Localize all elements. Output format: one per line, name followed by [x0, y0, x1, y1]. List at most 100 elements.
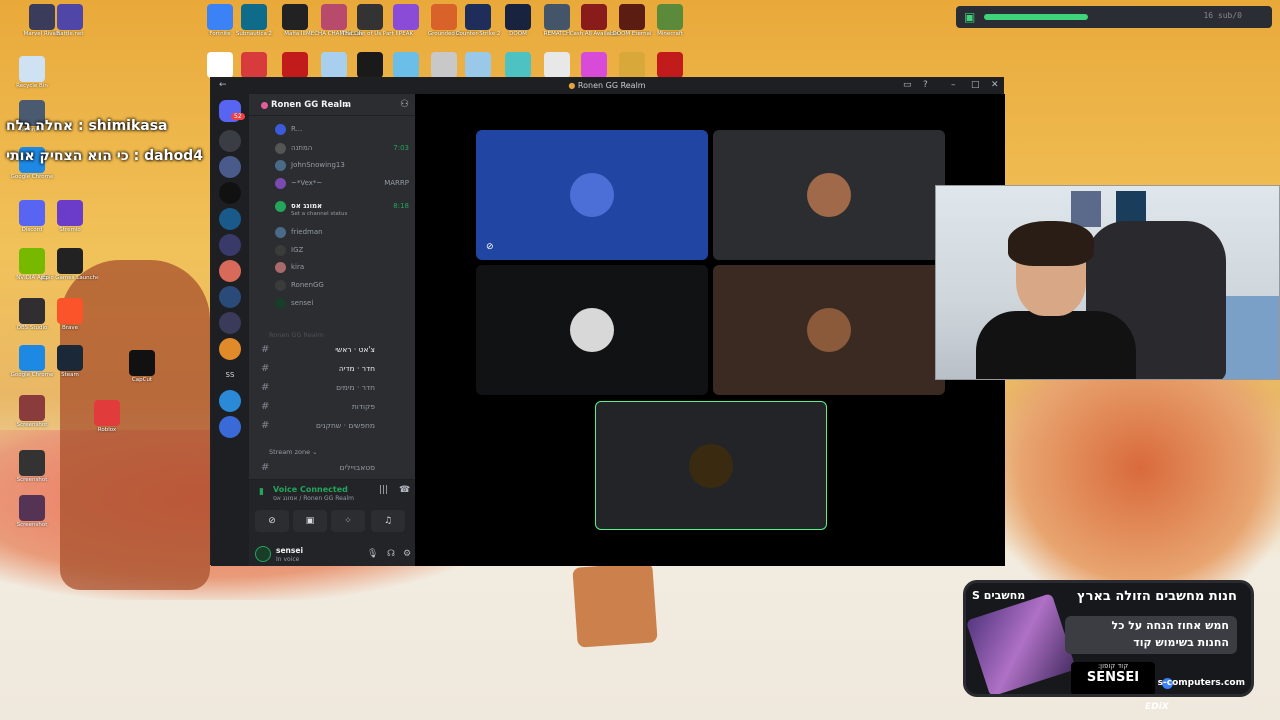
voice-user[interactable]: ~*Vex*~ MARRP [275, 176, 411, 192]
avatar [275, 262, 286, 273]
headphones-icon[interactable]: ☊ [387, 549, 395, 559]
participant-avatar [570, 173, 614, 217]
avatar [275, 245, 286, 256]
server-icon-active[interactable] [219, 338, 241, 360]
invite-people-icon[interactable]: ⚇ [400, 99, 409, 110]
discord-window[interactable]: ← ● Ronen GG Realm ▭ ? – □ ✕ 52 SS Ronen… [210, 77, 1005, 566]
app-icon [57, 4, 83, 30]
participant-tile[interactable] [713, 130, 945, 260]
desktop-icon[interactable]: Battle.net [42, 4, 98, 38]
voice-user[interactable]: R... [275, 122, 411, 138]
desktop-icon[interactable]: Stremio [42, 200, 98, 234]
voice-connected-label[interactable]: Voice Connected [273, 485, 348, 494]
voice-user[interactable]: RonenGG [275, 278, 411, 294]
voice-user-name: kira [291, 263, 305, 271]
desktop-icon[interactable]: Screenshot [4, 450, 60, 484]
settings-gear-icon[interactable]: ⚙ [403, 549, 411, 559]
server-icon[interactable]: SS [219, 364, 241, 386]
share-screen-button[interactable]: ▣ [293, 510, 327, 532]
desktop-icon[interactable]: Epic Games Launcher [42, 248, 98, 282]
desktop-icon[interactable]: Screenshot [4, 495, 60, 529]
sub-goal-text: 16 sub/0 [1203, 11, 1242, 20]
desktop-icon[interactable] [642, 52, 698, 78]
desktop-icon[interactable]: Roblox [79, 400, 135, 434]
voice-user[interactable]: sensei [275, 296, 411, 312]
activities-button[interactable]: ⁘ [331, 510, 365, 532]
server-header[interactable]: Ronen GG Realm ⌄ ⚇ [249, 94, 415, 116]
channel-item-stream[interactable]: # סטאבויילים [255, 460, 411, 476]
app-icon [19, 395, 45, 421]
microphone-icon[interactable]: 🎙 [367, 549, 378, 559]
soundboard-button[interactable]: ♫ [371, 510, 405, 532]
server-icon[interactable] [219, 312, 241, 334]
server-icon[interactable] [219, 208, 241, 230]
desktop-icon[interactable]: Recycle Bin [4, 56, 60, 90]
app-icon [241, 4, 267, 30]
voice-user[interactable]: JohnSnowing13 [275, 158, 411, 174]
help-icon[interactable]: ? [923, 80, 928, 90]
desktop-icon-label: Screenshot [16, 477, 48, 483]
category-stream-zone[interactable]: Stream zone ⌄ [269, 448, 318, 456]
desktop-icon-label: CapCut [131, 377, 153, 383]
voice-user[interactable]: kira [275, 260, 411, 276]
participant-avatar [807, 308, 851, 352]
text-channel-icon: # [261, 401, 270, 412]
voice-channel-waiting[interactable]: המתנה 7:03 [275, 141, 411, 157]
channel-item[interactable]: # חדר · מימים [255, 380, 411, 396]
app-icon [129, 350, 155, 376]
voice-user[interactable]: Set a channel status [275, 211, 411, 221]
participant-avatar [689, 443, 733, 488]
unread-badge: 52 [231, 113, 245, 120]
inbox-icon[interactable]: ▭ [903, 80, 912, 90]
channel-name: צ'אט · ראשי [335, 345, 375, 354]
desktop-icon[interactable]: Minecraft [642, 4, 698, 38]
desktop-icon-label: Brave [61, 325, 79, 331]
close-icon[interactable]: ✕ [991, 80, 999, 90]
server-icon[interactable] [219, 260, 241, 282]
user-tag: MARRP [384, 179, 409, 187]
channel-item[interactable]: # חדר · מדיה [255, 361, 411, 377]
maximize-icon[interactable]: □ [971, 80, 980, 90]
channel-status-hint: Set a channel status [291, 211, 348, 217]
voice-user-name: IGZ [291, 246, 304, 254]
username[interactable]: sensei [276, 546, 303, 555]
app-icon [57, 298, 83, 324]
participant-tile-speaking[interactable] [595, 401, 827, 530]
voice-user[interactable]: IGZ [275, 243, 411, 259]
server-avatar-icon [261, 102, 268, 109]
desktop-icon[interactable]: Screenshot [4, 395, 60, 429]
stream-chat-line-1: אחלה גלח : shimikasa [6, 118, 168, 134]
desktop-icon[interactable]: Brave [42, 298, 98, 332]
ad-offer-line-1: חמש אחוז הנחה על כל [1111, 619, 1229, 632]
camera-off-button[interactable]: ⊘ [255, 510, 289, 532]
desktop-icon[interactable]: Steam [42, 345, 98, 379]
signal-icon[interactable]: ▮ [259, 487, 264, 497]
avatar[interactable] [255, 546, 271, 562]
window-titlebar[interactable]: ← ● Ronen GG Realm ▭ ? – □ ✕ [211, 78, 1003, 94]
voice-user-name: אמונג אס [291, 202, 323, 210]
desktop-icon[interactable]: CapCut [114, 350, 170, 384]
server-icon[interactable] [219, 130, 241, 152]
disconnect-icon[interactable]: ☎ [399, 485, 410, 495]
participant-tile[interactable] [713, 265, 945, 395]
voice-user[interactable]: friedman [275, 225, 411, 241]
server-icon[interactable] [219, 390, 241, 412]
app-icon [505, 4, 531, 30]
app-icon [282, 52, 308, 78]
server-icon[interactable] [219, 286, 241, 308]
participant-tile[interactable] [476, 265, 708, 395]
minimize-icon[interactable]: – [951, 80, 956, 90]
channel-item[interactable]: # פקודות [255, 399, 411, 415]
text-channel-icon: # [261, 462, 270, 473]
voice-channel-label[interactable]: אמונג אס / Ronen GG Realm [273, 495, 354, 502]
coupon-box: קוד קופון: SENSEI [1071, 662, 1155, 694]
server-icon[interactable] [219, 234, 241, 256]
server-icon[interactable] [219, 182, 241, 204]
server-icon[interactable] [219, 156, 241, 178]
channel-item[interactable]: # צ'אט · ראשי [255, 342, 411, 358]
noise-suppression-icon[interactable]: ||| [379, 485, 388, 495]
server-icon[interactable] [219, 416, 241, 438]
channel-item[interactable]: # מחפשים · שחקנים [255, 418, 411, 434]
user-panel: sensei In voice 🎙 ☊ ⚙ [249, 543, 415, 566]
participant-tile[interactable]: ⊘ [476, 130, 708, 260]
